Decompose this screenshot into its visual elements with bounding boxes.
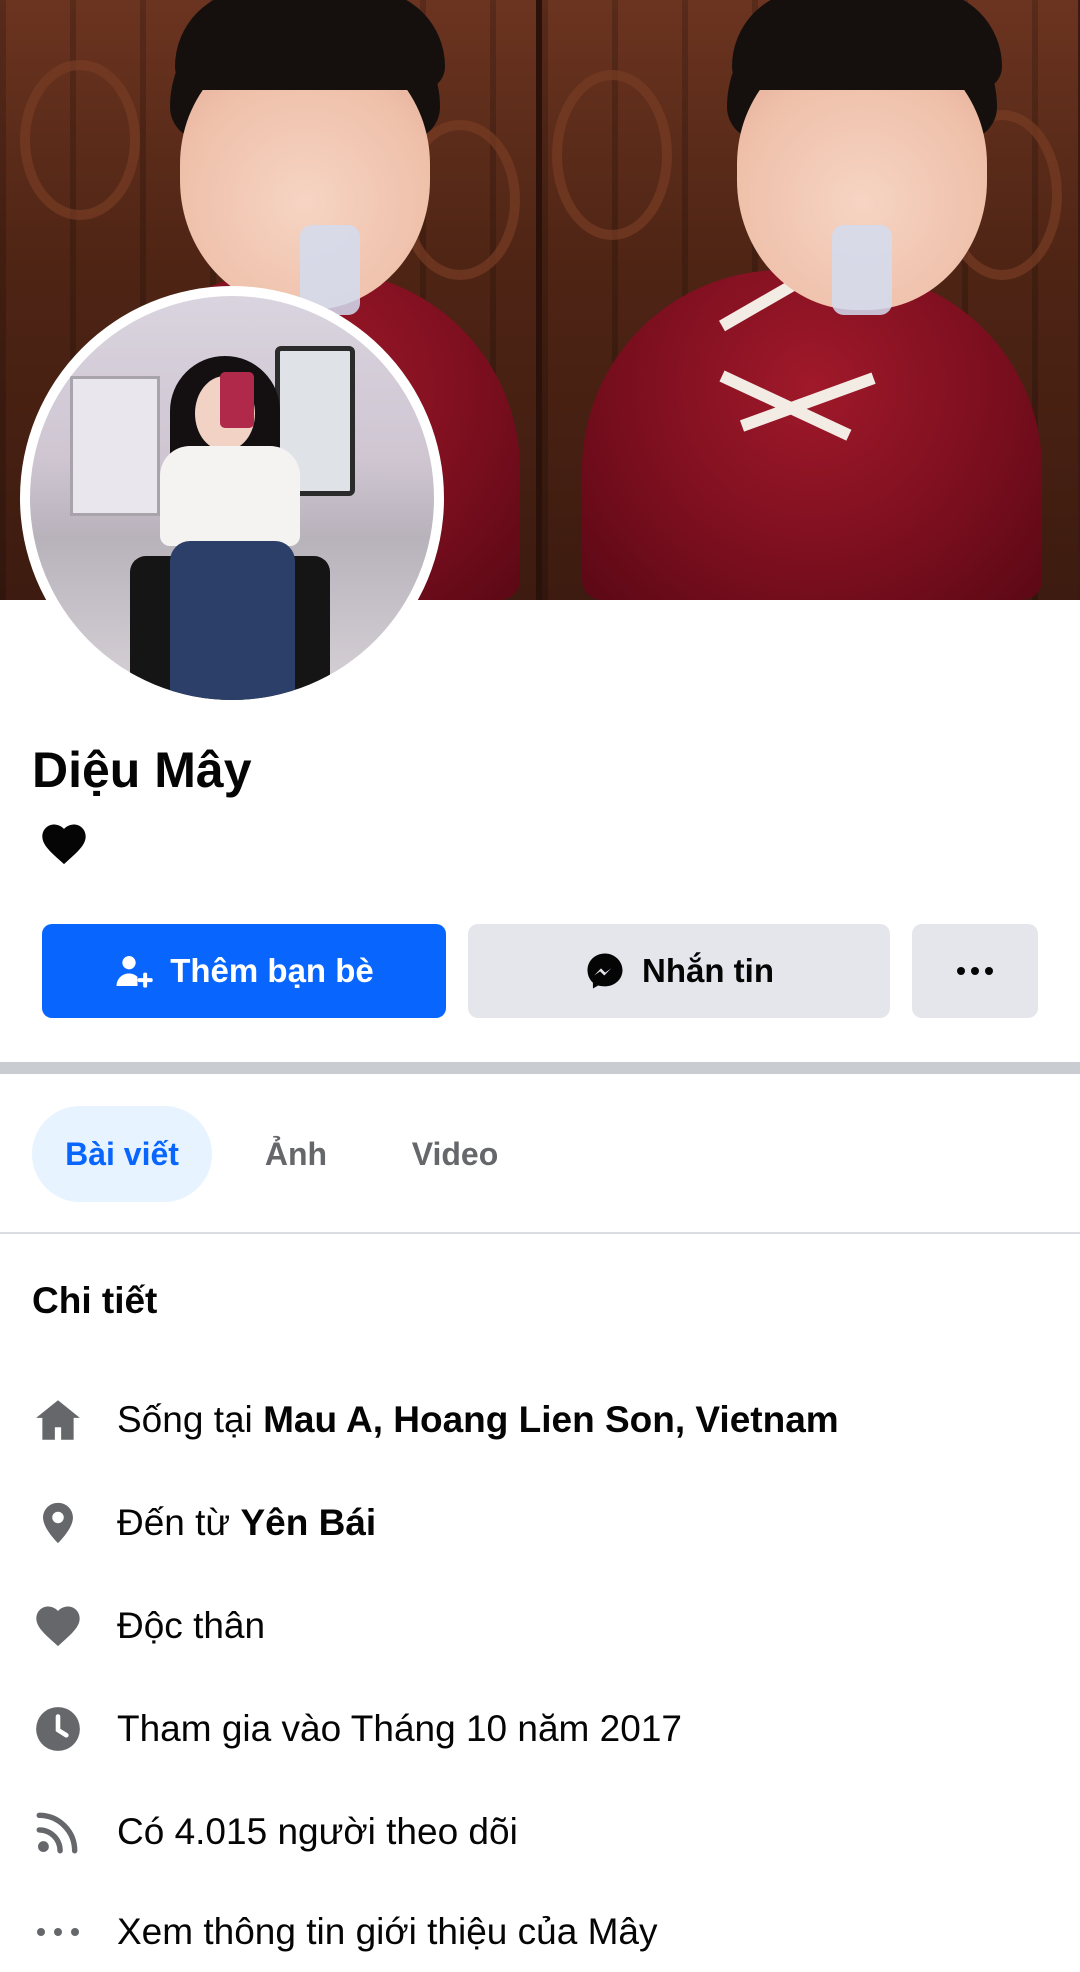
detail-from: Đến từ Yên Bái: [32, 1493, 1052, 1553]
more-dots-icon: [957, 967, 993, 975]
tab-posts[interactable]: Bài viết: [32, 1106, 212, 1202]
tabs-divider: [0, 1232, 1080, 1234]
more-options-button[interactable]: [912, 924, 1038, 1018]
home-icon: [32, 1394, 84, 1446]
messenger-icon: [587, 953, 623, 989]
heart-icon: [32, 1600, 84, 1652]
tab-videos[interactable]: Video: [390, 1106, 520, 1202]
rss-icon: [32, 1806, 84, 1858]
message-label: Nhắn tin: [642, 952, 774, 989]
profile-name: Diệu Mây: [32, 742, 252, 798]
detail-lives-in: Sống tại Mau A, Hoang Lien Son, Vietnam: [32, 1390, 1052, 1450]
add-friend-icon: [116, 956, 153, 988]
detail-joined: Tham gia vào Tháng 10 năm 2017: [32, 1699, 1052, 1759]
more-dots-icon: [32, 1906, 84, 1958]
location-pin-icon: [32, 1497, 84, 1549]
detail-followers[interactable]: Có 4.015 người theo dõi: [32, 1802, 1052, 1862]
add-friend-label: Thêm bạn bè: [170, 952, 374, 989]
profile-avatar[interactable]: [20, 286, 444, 710]
message-button[interactable]: Nhắn tin: [468, 924, 890, 1018]
section-divider: [0, 1062, 1080, 1074]
tab-photos[interactable]: Ảnh: [236, 1106, 356, 1202]
detail-relationship: Độc thân: [32, 1596, 1052, 1656]
black-heart-icon: [38, 818, 90, 870]
detail-see-about[interactable]: Xem thông tin giới thiệu của Mây: [32, 1902, 1052, 1962]
clock-icon: [32, 1703, 84, 1755]
details-title: Chi tiết: [32, 1280, 158, 1321]
add-friend-button[interactable]: Thêm bạn bè: [42, 924, 446, 1018]
cover-photo-panel-right: [542, 0, 1078, 600]
avatar-photo: [30, 296, 434, 700]
lives-in-location[interactable]: Mau A, Hoang Lien Son, Vietnam: [263, 1399, 839, 1440]
hometown[interactable]: Yên Bái: [240, 1502, 376, 1543]
